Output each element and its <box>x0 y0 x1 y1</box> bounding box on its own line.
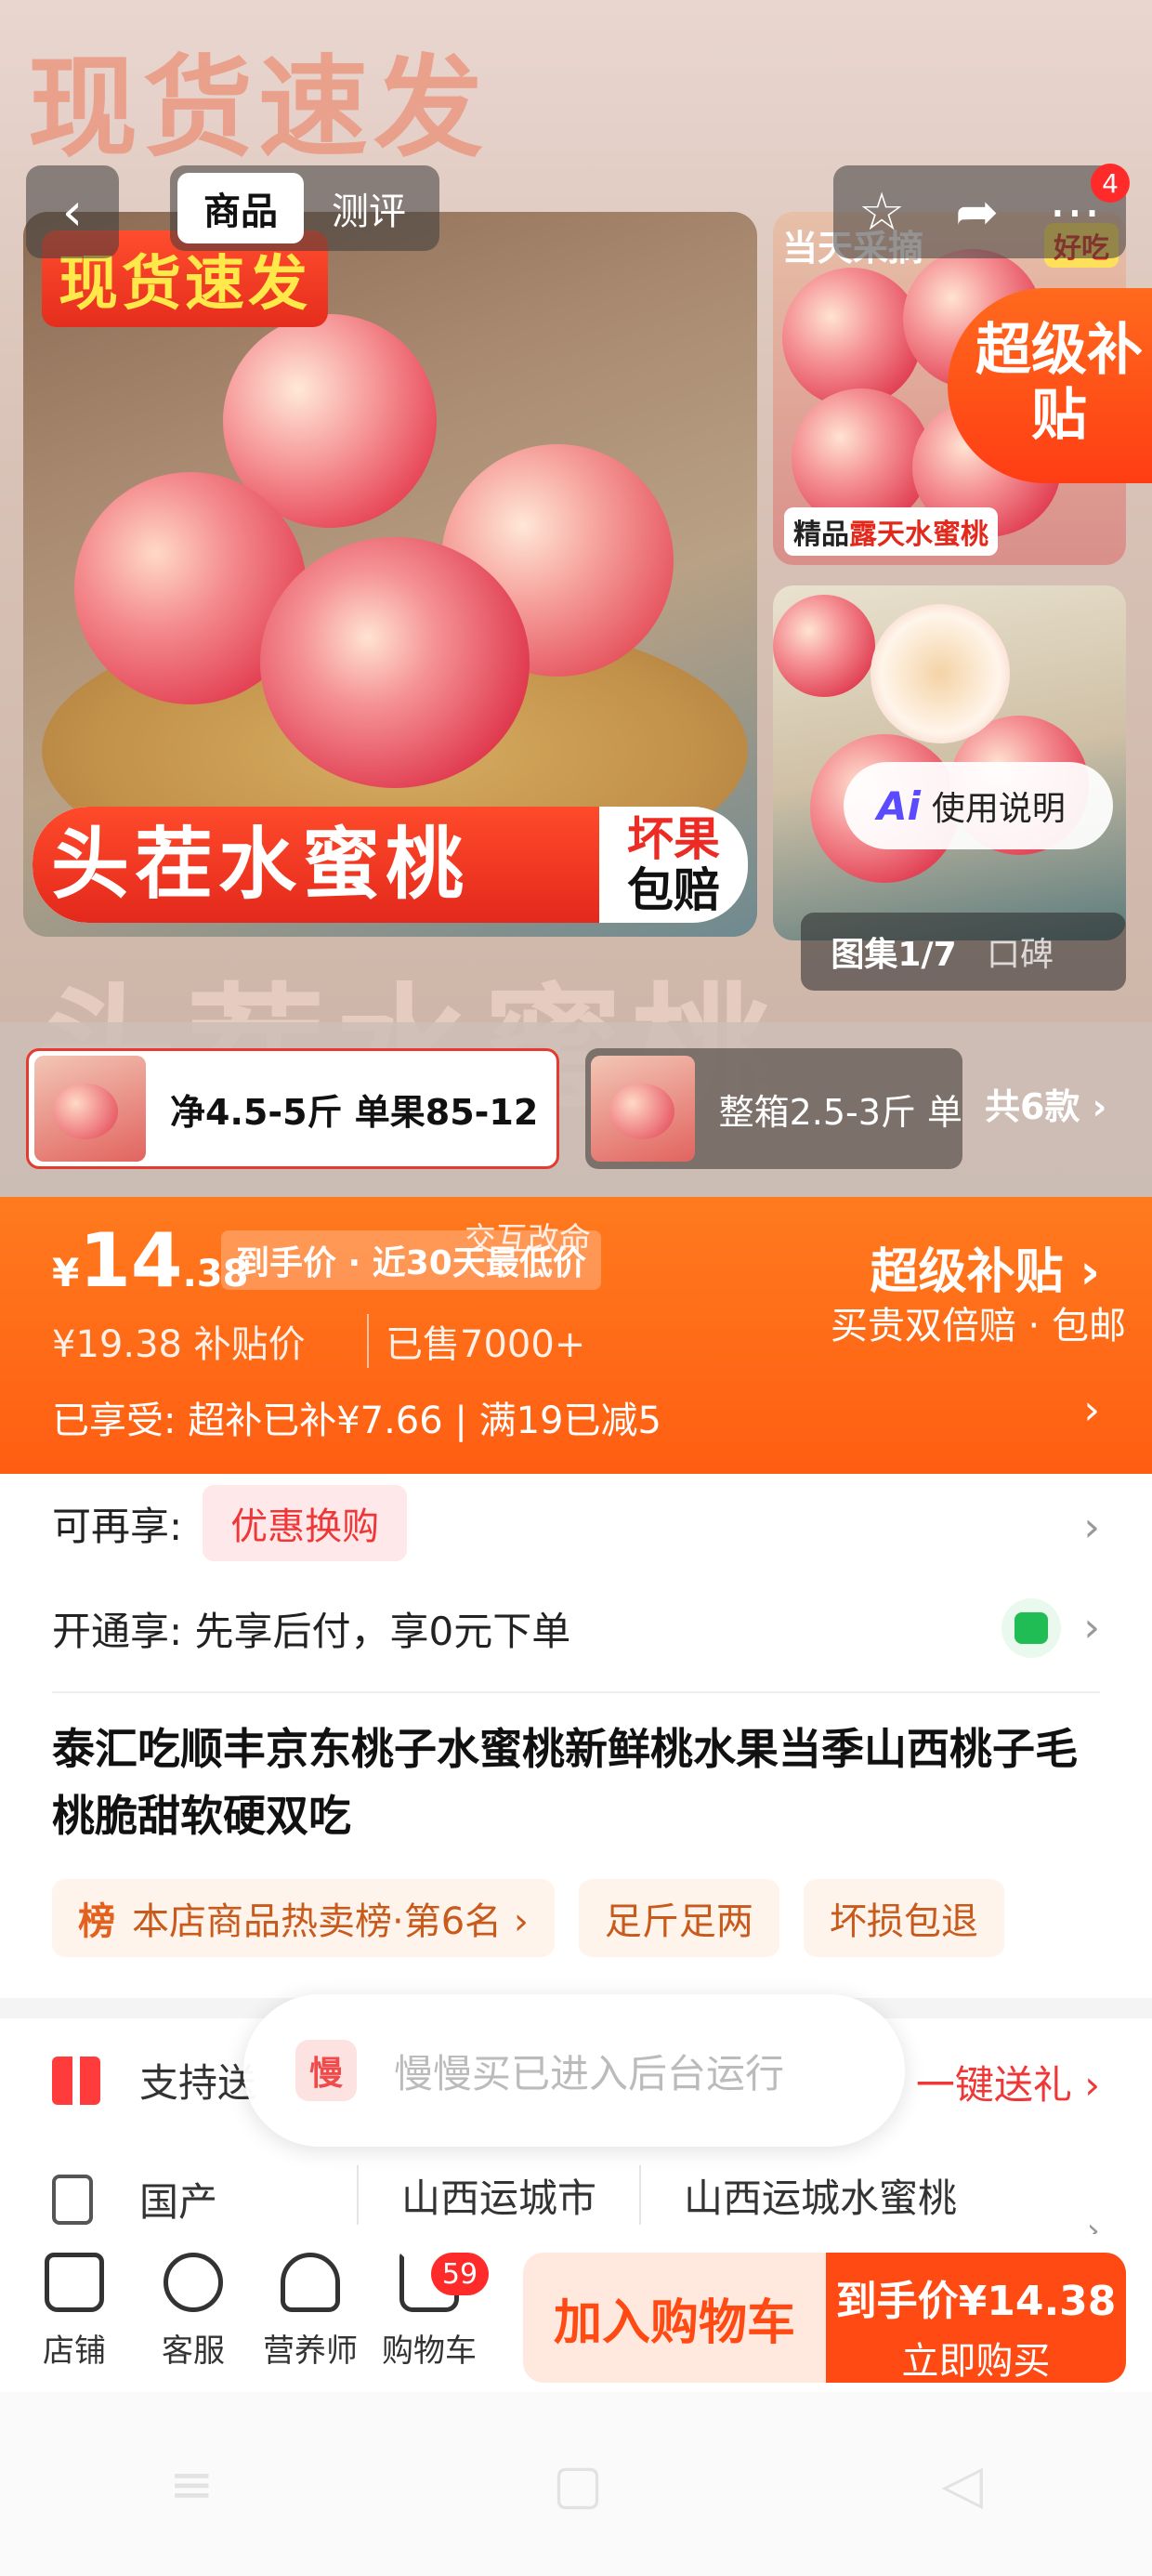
shopping-bag-icon <box>1001 1598 1061 1658</box>
product-title-banner: 头茬水蜜桃 坏果 包赔 <box>33 807 748 923</box>
customer-service-label: 客服 <box>162 2333 225 2370</box>
sku-label: 整箱2.5-3斤 单 <box>718 1091 962 1133</box>
super-subsidy-guarantee: 买贵双倍赔 · 包邮 <box>830 1305 1126 1347</box>
super-subsidy-link[interactable]: 超级补贴 › <box>870 1232 1100 1302</box>
gift-row[interactable]: 支持送 <box>52 2052 256 2109</box>
person-icon <box>281 2253 340 2312</box>
notification-badge: 4 <box>1091 164 1130 203</box>
document-icon <box>52 2174 93 2225</box>
gallery-counter[interactable]: 图集1/7 <box>801 927 987 976</box>
banner-guarantee: 坏果 包赔 <box>613 814 734 916</box>
system-navigation-bar: ≡ ▢ ◁ <box>0 2392 1152 2576</box>
divider <box>52 1691 1100 1693</box>
buy-now-label: 立即购买 <box>901 2340 1051 2383</box>
origin-city: 山西运城市 <box>357 2165 639 2225</box>
shop-button[interactable]: 店铺 <box>19 2253 130 2371</box>
damage-refund-tag[interactable]: 坏损包退 <box>803 1879 1004 1957</box>
more-benefits-label: 可再享: <box>52 1503 183 1549</box>
cart-count-badge: 59 <box>431 2253 489 2295</box>
hot-rank-tag[interactable]: 榜 本店商品热卖榜·第6名 › <box>52 1879 555 1957</box>
buy-price: 到手价¥14.38 <box>835 2278 1117 2325</box>
cut-peach <box>871 604 1010 743</box>
origin-variety: 山西运城水蜜桃 <box>639 2165 1000 2225</box>
gallery-switch-bar[interactable]: 图集1/7 口碑 <box>801 913 1126 991</box>
menu-icon[interactable]: ≡ <box>169 2452 215 2516</box>
price-currency: ¥ <box>52 1250 80 1295</box>
cart-label: 购物车 <box>382 2333 477 2370</box>
origin-row[interactable]: 国产 <box>52 2171 217 2228</box>
tab-review[interactable]: 测评 <box>304 173 434 243</box>
peach <box>260 537 530 788</box>
hot-rank-label: 本店商品热卖榜·第6名 › <box>132 1900 529 1943</box>
app-icon: 慢 <box>295 2040 357 2101</box>
ai-instructions-label: 使用说明 <box>931 790 1066 828</box>
back-triangle-icon[interactable]: ◁ <box>941 2452 983 2516</box>
sku-option[interactable]: 整箱2.5-3斤 单 <box>585 1048 962 1169</box>
home-icon[interactable]: ▢ <box>553 2452 604 2516</box>
final-price: ¥ 14 .38 <box>52 1217 248 1304</box>
peach <box>773 595 875 697</box>
thumbnail-caption-b: 露天水蜜桃 <box>849 519 988 551</box>
peach <box>782 268 922 407</box>
product-tags: 榜 本店商品热卖榜·第6名 › 足斤足两 坏损包退 <box>52 1879 1004 1957</box>
main-product-image[interactable]: 现货速发 头茬水蜜桃 坏果 包赔 <box>23 212 757 937</box>
star-icon[interactable]: ☆ <box>858 182 905 243</box>
trade-in-chip[interactable]: 优惠换购 <box>203 1485 408 1561</box>
customer-service-button[interactable]: 客服 <box>137 2253 249 2371</box>
sku-option[interactable]: 净4.5-5斤 单果85-12 <box>26 1048 559 1169</box>
gallery-background-text: 现货速发 <box>28 44 490 172</box>
subsidy-price: ¥19.38 补贴价 <box>52 1323 306 1366</box>
banner-title: 头茬水蜜桃 <box>33 807 599 923</box>
shop-label: 店铺 <box>43 2333 106 2370</box>
gift-label: 支持送 <box>139 2060 257 2106</box>
ai-instructions-button[interactable]: Ai 使用说明 <box>844 762 1113 849</box>
page-tabs: 商品 测评 <box>170 165 439 251</box>
price-integer: 14 <box>79 1217 183 1304</box>
chevron-right-icon[interactable]: › <box>1083 1604 1100 1651</box>
ai-icon: Ai <box>877 782 921 829</box>
add-to-cart-button[interactable]: 加入购物车 <box>523 2253 826 2383</box>
sku-total-link[interactable]: 共6款 › <box>985 1078 1106 1129</box>
pay-later-label: 开通享: 先享后付，享0元下单 <box>52 1609 571 1654</box>
toast-message: 慢慢买已进入后台运行 <box>394 2050 785 2096</box>
nutritionist-button[interactable]: 营养师 <box>253 2253 368 2371</box>
full-weight-tag[interactable]: 足斤足两 <box>578 1879 779 1957</box>
buy-now-button[interactable]: 到手价¥14.38 立即购买 <box>826 2253 1126 2383</box>
nutritionist-label: 营养师 <box>263 2333 358 2370</box>
origin-label: 国产 <box>139 2179 218 2225</box>
sku-selector: 净4.5-5斤 单果85-12 整箱2.5-3斤 单 <box>0 1022 1152 1199</box>
thumbnail-caption-a: 精品 <box>793 519 849 551</box>
nav-actions: ☆ ➦ ⋯ <box>833 165 1126 258</box>
banner-guarantee-line2: 包赔 <box>627 863 720 917</box>
reputation-tab[interactable]: 口碑 <box>987 927 1126 976</box>
chevron-right-icon[interactable]: › <box>1083 1387 1100 1434</box>
back-icon: ‹ <box>61 181 84 243</box>
tab-product[interactable]: 商品 <box>177 173 304 243</box>
enjoyed-discounts[interactable]: 已享受: 超补已补¥7.66 | 满19已减5 <box>52 1390 661 1444</box>
smile-icon <box>164 2253 223 2312</box>
background-running-toast: 慢 慢慢买已进入后台运行 <box>243 1994 905 2147</box>
share-icon[interactable]: ➦ <box>955 182 999 243</box>
thumbnail-caption: 精品露天水蜜桃 <box>784 507 998 556</box>
chevron-right-icon[interactable]: › <box>1083 1504 1100 1551</box>
pay-later-row[interactable]: 开通享: 先享后付，享0元下单 <box>52 1600 570 1657</box>
sku-label: 净4.5-5斤 单果85-12 <box>170 1091 539 1133</box>
super-subsidy-badge[interactable]: 超级补贴 <box>948 288 1152 483</box>
gift-icon <box>52 2056 100 2105</box>
sku-thumbnail <box>591 1056 695 1162</box>
send-gift-link[interactable]: 一键送礼 › <box>916 2054 1100 2110</box>
shop-icon <box>45 2253 104 2312</box>
back-button[interactable]: ‹ <box>26 165 119 258</box>
banner-guarantee-line1: 坏果 <box>627 812 720 866</box>
more-benefits-row[interactable]: 可再享: 优惠换购 <box>52 1485 408 1561</box>
sku-thumbnail <box>34 1056 146 1162</box>
origin-details: 山西运城市 山西运城水蜜桃 <box>357 2165 1000 2225</box>
lowest-price-tag: 到手价 · 近30天最低价 <box>221 1230 601 1290</box>
rank-icon: 榜 <box>78 1900 115 1943</box>
sold-count: 已售7000+ <box>367 1314 585 1368</box>
product-title: 泰汇吃顺丰京东桃子水蜜桃新鲜桃水果当季山西桃子毛桃脆甜软硬双吃 <box>52 1724 1078 1841</box>
